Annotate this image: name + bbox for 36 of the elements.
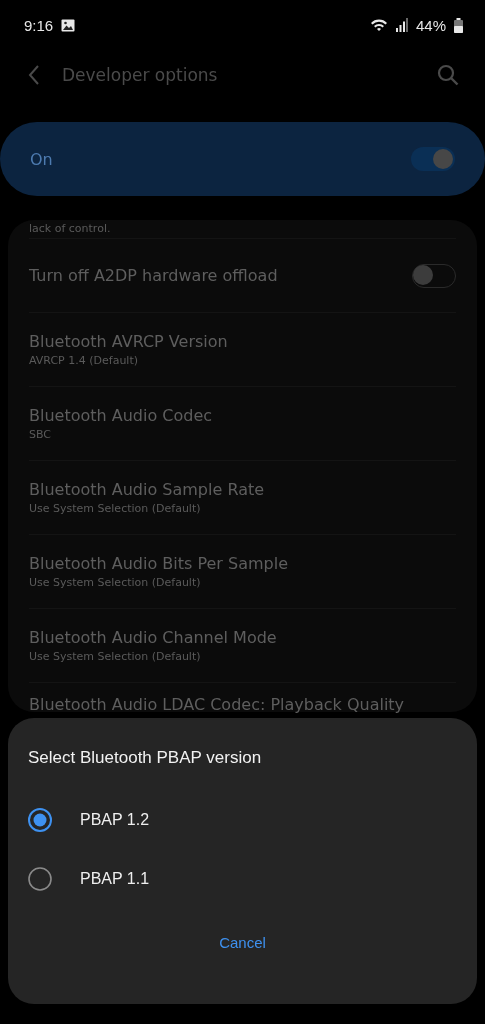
toggle-switch[interactable] [411, 147, 455, 171]
setting-title: Bluetooth Audio Bits Per Sample [29, 554, 289, 573]
setting-item[interactable]: Bluetooth Audio Channel Mode Use System Selection (Default) [29, 608, 456, 682]
setting-description: lack of control. [29, 221, 112, 237]
setting-item[interactable]: Bluetooth AVRCP Version AVRCP 1.4 (Default) [29, 312, 456, 386]
battery-percent: 44% [415, 16, 446, 34]
cancel-button[interactable]: Cancel [207, 928, 278, 957]
setting-value: Use System Selection (Default) [29, 650, 202, 663]
setting-title: Turn off A2DP hardware offload [29, 266, 279, 285]
setting-title: Bluetooth Audio Codec [29, 406, 214, 425]
setting-item[interactable]: Bluetooth Audio Bits Per Sample Use System Selection (Default) [29, 534, 456, 608]
setting-title: Bluetooth AVRCP Version [29, 332, 229, 351]
setting-item[interactable]: Bluetooth Audio Codec SBC [29, 386, 456, 460]
battery-icon [454, 17, 463, 33]
setting-value: SBC [29, 428, 53, 441]
image-icon [61, 18, 76, 32]
setting-title: Bluetooth Audio Sample Rate [29, 480, 266, 499]
setting-value: AVRCP 1.4 (Default) [29, 354, 140, 367]
setting-item[interactable]: Turn off A2DP hardware offload [29, 238, 456, 312]
switch-label: On [30, 149, 54, 169]
signal-icon [395, 18, 408, 32]
setting-value: Use System Selection (Default) [29, 576, 202, 589]
status-time: 9:16 [24, 16, 54, 34]
back-icon[interactable] [28, 65, 40, 85]
setting-title: Bluetooth Audio Channel Mode [29, 628, 278, 647]
setting-item[interactable]: Bluetooth Audio Sample Rate Use System Selection (Default) [29, 460, 456, 534]
setting-title: Bluetooth Audio LDAC Codec: Playback Quality [29, 695, 406, 714]
search-icon[interactable] [437, 64, 459, 86]
radio-option[interactable]: PBAP 1.1 [28, 849, 457, 908]
setting-item[interactable]: Bluetooth Audio LDAC Codec: Playback Quality [29, 682, 456, 712]
radio-option[interactable]: PBAP 1.2 [28, 790, 457, 849]
master-switch-bar[interactable]: On [0, 122, 485, 196]
dialog-title: Select Bluetooth PBAP version [28, 748, 263, 768]
wifi-icon [369, 18, 388, 32]
page-title: Developer options [62, 65, 219, 85]
setting-value: Use System Selection (Default) [29, 502, 202, 515]
